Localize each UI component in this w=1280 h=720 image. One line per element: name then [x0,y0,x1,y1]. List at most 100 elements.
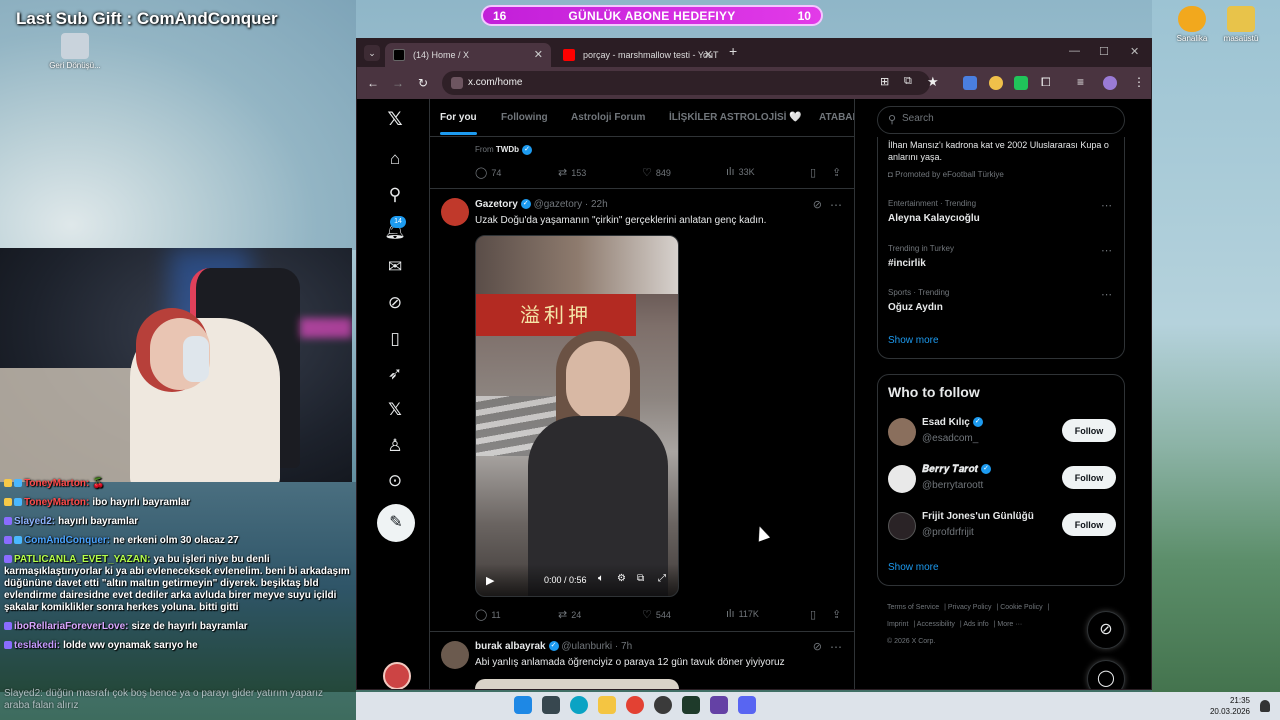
grok-post-icon[interactable]: ⊘ [813,640,822,653]
fullscreen-icon[interactable]: ⤢ [658,573,666,584]
footer-link[interactable]: More ··· [997,621,1022,628]
desktop-icon-recycle-bin[interactable]: Geri Dönüşü... [45,33,105,70]
tab-close-icon[interactable]: ✕ [534,43,543,67]
file-explorer-icon[interactable] [598,696,616,714]
bookmarks-icon[interactable]: ▯ [384,328,406,350]
trend-item[interactable]: Entertainment · Trending Aleyna Kalaycıo… [888,199,1112,224]
explore-search-icon[interactable]: ⚲ [384,184,406,206]
trend-item[interactable]: Trending in Turkey #incirlik ⋯ [888,244,1112,269]
footer-link[interactable]: Terms of Service [887,604,939,611]
follow-button[interactable]: Follow [1062,466,1116,489]
translate-extension-icon[interactable] [963,76,977,90]
twitch-icon[interactable] [710,696,728,714]
bookmark-post-button[interactable]: ▯ [810,608,820,621]
tab-close-icon[interactable]: ✕ [704,43,713,67]
x-logo-icon[interactable]: 𝕏 [384,109,406,131]
tab-astroloji-forum[interactable]: Astroloji Forum [571,112,645,123]
account-avatar[interactable] [383,662,411,689]
grok-icon[interactable]: ⊘ [384,292,406,314]
messages-floating-button[interactable]: ◯ [1087,660,1125,689]
install-app-icon[interactable]: ⧉ [904,75,912,88]
profile-person-icon[interactable]: ♙ [384,435,406,457]
views-button[interactable]: ılı 33K [726,166,755,178]
extensions-puzzle-icon[interactable]: ⧠ [1041,75,1051,90]
share-button[interactable]: ⇪ [832,166,845,179]
trend-more-icon[interactable]: ⋯ [1101,244,1112,257]
close-window-button[interactable]: ✕ [1130,45,1139,58]
like-button[interactable]: ♡ 544 [642,608,671,621]
gazetory-avatar[interactable] [441,198,469,226]
author-name[interactable]: burak albayrak [475,641,546,652]
task-view-icon[interactable] [542,696,560,714]
browser-menu-icon[interactable]: ⋮ [1133,75,1145,89]
play-icon[interactable]: ▶ [486,574,494,587]
settings-gear-icon[interactable]: ⚙ [617,573,626,584]
author-name[interactable]: Gazetory [475,199,518,210]
footer-link[interactable]: Cookie Policy [1000,604,1042,611]
extension-icon[interactable] [989,76,1003,90]
start-windows-icon[interactable] [514,696,532,714]
source-name[interactable]: TWDb [496,145,519,154]
back-button[interactable]: ← [367,76,379,90]
tab-atabar[interactable]: ATABAR [819,112,854,123]
media-control-icon[interactable]: ≡ [1077,75,1084,89]
tab-for-you[interactable]: For you [440,112,477,135]
discord-icon[interactable] [738,696,756,714]
game-launcher-icon[interactable] [682,696,700,714]
edge-icon[interactable] [570,696,588,714]
reply-button[interactable]: ◯ 11 [475,608,501,621]
author-handle[interactable]: @ulanburki [561,641,612,652]
notification-center-icon[interactable] [1260,700,1270,712]
repost-button[interactable]: ⇄ 24 [558,608,581,621]
profile-avatar-icon[interactable] [1103,76,1117,90]
repost-button[interactable]: ⇄ 153 [558,166,586,179]
footer-link[interactable]: Ads info [963,621,988,628]
follow-suggestion[interactable]: 𝑩𝒆𝒓𝒓𝒚 𝑻𝒂𝒓𝒐𝒕 ✓ @berrytaroott Follow [888,464,1118,496]
footer-link[interactable]: Accessibility [917,621,955,628]
more-options-icon[interactable]: ⊙ [384,470,406,492]
chrome-icon[interactable] [626,696,644,714]
desktop-icon-masaustu[interactable]: masaüstü [1211,6,1271,43]
trends-show-more-link[interactable]: Show more [888,335,939,346]
tab-youtube[interactable]: porçay - marshmallow testi - YouT ✕ [555,43,721,67]
translate-icon[interactable]: ⊞ [880,75,889,88]
tab-x-home[interactable]: (14) Home / X ✕ [385,43,551,67]
address-bar[interactable]: x.com/home [442,71,930,95]
bookmark-post-button[interactable]: ▯ [810,166,820,179]
search-box[interactable]: ⚲ [877,106,1125,134]
trend-item[interactable]: Sports · Trending Oğuz Aydın ⋯ [888,288,1112,313]
follow-suggestion[interactable]: Frijit Jones'un Günlüğü @profdrfrijit Fo… [888,511,1118,543]
avatar[interactable] [888,418,916,446]
tab-iliskiler-astrolojisi[interactable]: İLİŞKİLER ASTROLOJİSİ 🤍 [669,112,802,123]
follow-show-more-link[interactable]: Show more [888,562,939,573]
post-video[interactable]: 溢利押 ▶ 0:00 / 0:56 🔈︎ ⚙ ⧉ ⤢ [475,235,679,597]
promoted-trend-text[interactable]: İlhan Mansız'ı kadrona kat ve 2002 Ulusl… [888,139,1112,163]
follow-suggestion[interactable]: Esad Kılıç ✓ @esadcom_ Follow [888,417,1118,449]
home-icon[interactable]: ⌂ [384,148,406,170]
messages-envelope-icon[interactable]: ✉ [384,256,406,278]
post-more-options-icon[interactable]: ⋯ [830,640,842,654]
post-time[interactable]: · 22h [585,199,608,210]
reply-button[interactable]: ◯ 74 [475,166,501,179]
avatar[interactable] [888,512,916,540]
volume-icon[interactable]: 🔈︎ [598,573,604,584]
grok-floating-button[interactable]: ⊘ [1087,611,1125,649]
search-input[interactable] [902,113,1102,124]
reload-button[interactable]: ↻ [418,76,428,90]
jobs-rocket-icon[interactable]: ➶ [384,363,406,385]
grok-post-icon[interactable]: ⊘ [813,198,822,211]
footer-link[interactable]: Privacy Policy [948,604,992,611]
maximize-button[interactable]: ☐ [1099,45,1109,58]
post-media-preview[interactable] [475,679,679,689]
system-clock[interactable]: 21:35 20.03.2026 [1210,695,1250,717]
post-more-options-icon[interactable]: ⋯ [830,198,842,212]
like-button[interactable]: ♡ 849 [642,166,671,179]
minimize-button[interactable]: — [1069,45,1080,57]
footer-link[interactable]: Imprint [887,621,908,628]
new-tab-button[interactable]: + [729,43,737,59]
follow-button[interactable]: Follow [1062,513,1116,536]
obs-icon[interactable] [654,696,672,714]
tab-following[interactable]: Following [501,112,548,123]
tab-search-dropdown[interactable]: ⌄ [364,45,380,61]
follow-button[interactable]: Follow [1062,419,1116,442]
